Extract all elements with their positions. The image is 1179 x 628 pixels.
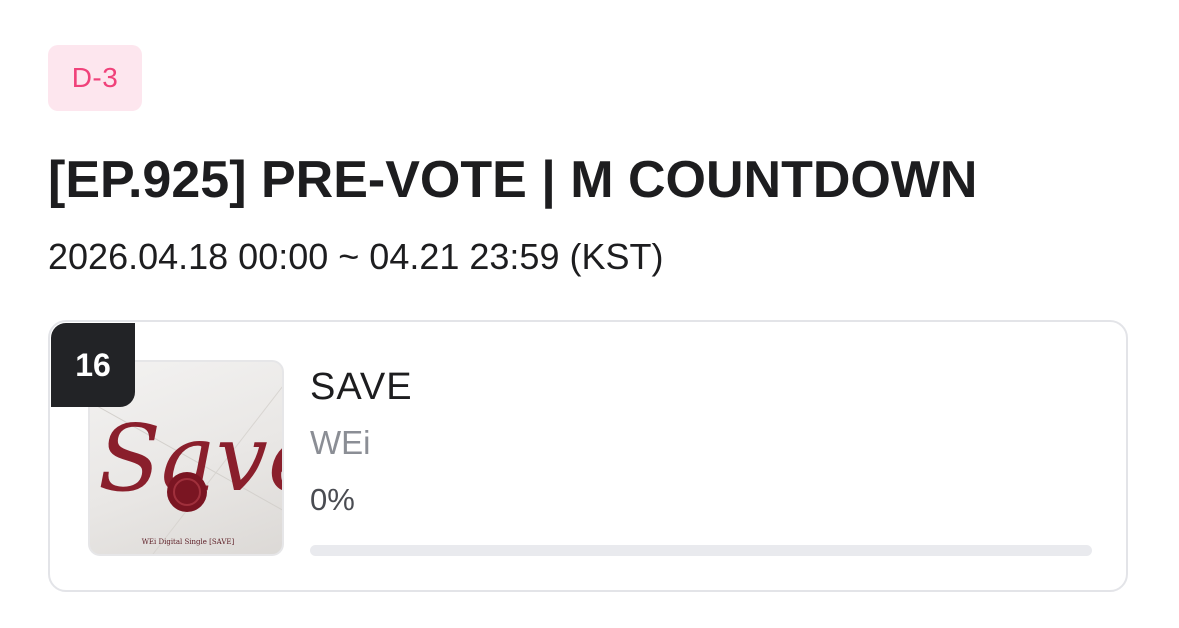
d-day-badge: D-3 bbox=[48, 45, 142, 111]
page-title: [EP.925] PRE-VOTE | M COUNTDOWN bbox=[48, 151, 978, 209]
vote-progress-bar bbox=[310, 545, 1092, 556]
vote-period: 2026.04.18 00:00 ~ 04.21 23:59 (KST) bbox=[48, 236, 664, 277]
artist-name: WEi bbox=[310, 424, 371, 461]
song-title: SAVE bbox=[310, 366, 413, 408]
rank-badge: 16 bbox=[51, 323, 135, 407]
vote-page: D-3 [EP.925] PRE-VOTE | M COUNTDOWN 2026… bbox=[0, 0, 1179, 628]
cover-caption: WEi Digital Single [SAVE] bbox=[142, 538, 235, 546]
vote-percent: 0% bbox=[310, 482, 355, 517]
